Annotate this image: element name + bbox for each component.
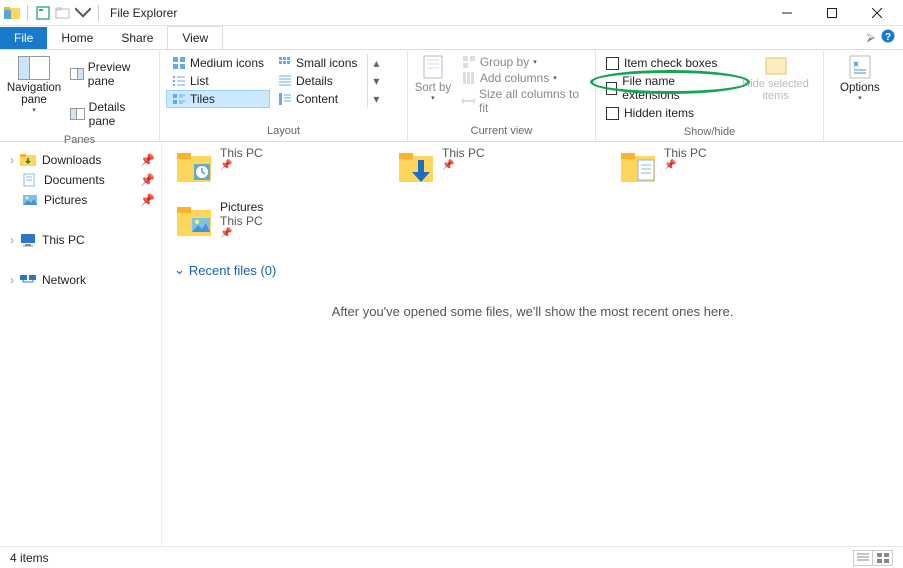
- add-columns-button[interactable]: Add columns ▾: [458, 70, 589, 86]
- preview-pane-button[interactable]: Preview pane: [66, 58, 153, 90]
- sidebar-item-downloads[interactable]: › Downloads 📌: [0, 150, 161, 170]
- status-bar: 4 items: [0, 546, 903, 568]
- tab-view[interactable]: View: [167, 26, 223, 49]
- window-title: File Explorer: [110, 6, 177, 20]
- current-view-group-label: Current view: [414, 123, 589, 139]
- view-details-toggle[interactable]: [853, 550, 873, 566]
- file-explorer-icon: [4, 5, 20, 21]
- ribbon-tabs: File Home Share View ⮚ ?: [0, 26, 903, 50]
- chevron-right-icon: ›: [10, 153, 14, 167]
- content-area: This PC📌 This PC📌 This PC📌 PicturesThis …: [162, 142, 903, 546]
- chevron-right-icon: ›: [10, 273, 14, 287]
- pin-icon: 📌: [140, 173, 155, 187]
- ribbon: Navigation pane ▾ Preview pane Details p…: [0, 50, 903, 142]
- layout-medium-icons[interactable]: Medium icons: [166, 54, 270, 72]
- options-button[interactable]: Options ▾: [830, 54, 890, 102]
- panes-group-label: Panes: [6, 132, 153, 148]
- qat-properties-icon[interactable]: [35, 5, 51, 21]
- pin-icon: 📌: [664, 160, 707, 171]
- pin-icon: 📌: [220, 160, 263, 171]
- layout-scroll-down[interactable]: ▾: [370, 72, 382, 90]
- item-check-boxes-checkbox[interactable]: Item check boxes: [602, 54, 722, 72]
- layout-tiles[interactable]: Tiles: [166, 90, 270, 108]
- sidebar-item-network[interactable]: › Network: [0, 270, 161, 290]
- close-button[interactable]: [854, 0, 899, 26]
- sidebar-item-pictures[interactable]: Pictures 📌: [0, 190, 161, 210]
- file-name-extensions-checkbox[interactable]: File name extensions: [602, 72, 722, 104]
- navigation-sidebar: › Downloads 📌 Documents 📌 Pictures 📌 › T…: [0, 142, 162, 546]
- tab-share[interactable]: Share: [107, 27, 167, 49]
- tile-item[interactable]: This PC📌: [614, 142, 824, 190]
- tile-item[interactable]: PicturesThis PC📌: [170, 196, 380, 244]
- layout-list[interactable]: List: [166, 72, 270, 90]
- pin-icon: 📌: [140, 153, 155, 167]
- sidebar-item-this-pc[interactable]: › This PC: [0, 230, 161, 250]
- tab-file[interactable]: File: [0, 27, 47, 49]
- size-columns-button[interactable]: Size all columns to fit: [458, 86, 589, 116]
- svg-text:?: ?: [885, 32, 891, 43]
- hidden-items-checkbox[interactable]: Hidden items: [602, 104, 722, 122]
- pin-icon: 📌: [140, 193, 155, 207]
- minimize-button[interactable]: [764, 0, 809, 26]
- minimize-ribbon-icon[interactable]: ⮚: [866, 30, 875, 45]
- folder-downloads-icon: [396, 146, 436, 186]
- sidebar-item-documents[interactable]: Documents 📌: [0, 170, 161, 190]
- view-thumbnails-toggle[interactable]: [873, 550, 893, 566]
- status-item-count: 4 items: [10, 551, 49, 565]
- navigation-pane-button[interactable]: Navigation pane ▾: [6, 54, 62, 116]
- title-bar: File Explorer: [0, 0, 903, 26]
- tab-home[interactable]: Home: [47, 27, 107, 49]
- chevron-right-icon: ›: [10, 233, 14, 247]
- recent-files-header[interactable]: ⌄ Recent files (0): [174, 262, 895, 278]
- group-by-button[interactable]: Group by ▾: [458, 54, 589, 70]
- pin-icon: 📌: [220, 228, 263, 239]
- maximize-button[interactable]: [809, 0, 854, 26]
- show-hide-group-label: Show/hide: [602, 124, 817, 140]
- help-icon[interactable]: ?: [881, 29, 895, 46]
- layout-small-icons[interactable]: Small icons: [272, 54, 363, 72]
- layout-scroll-up[interactable]: ▴: [370, 54, 382, 72]
- sort-by-button[interactable]: Sort by ▾: [414, 54, 452, 102]
- tile-item[interactable]: This PC📌: [392, 142, 602, 190]
- main-area: › Downloads 📌 Documents 📌 Pictures 📌 › T…: [0, 142, 903, 546]
- layout-details[interactable]: Details: [272, 72, 363, 90]
- pin-icon: 📌: [442, 160, 485, 171]
- tile-item[interactable]: This PC📌: [170, 142, 380, 190]
- folder-pictures-icon: [174, 200, 214, 240]
- folder-documents-icon: [618, 146, 658, 186]
- hide-selected-button[interactable]: Hide selected items: [734, 54, 817, 102]
- layout-content[interactable]: Content: [272, 90, 363, 108]
- chevron-down-icon: ⌄: [174, 262, 185, 278]
- details-pane-button[interactable]: Details pane: [66, 98, 153, 130]
- layout-scroll-more[interactable]: ▾: [370, 90, 382, 108]
- layout-group-label: Layout: [166, 123, 401, 139]
- qat-new-folder-icon[interactable]: [55, 5, 71, 21]
- folder-recent-icon: [174, 146, 214, 186]
- qat-customize-icon[interactable]: [75, 5, 91, 21]
- recent-empty-message: After you've opened some files, we'll sh…: [170, 304, 895, 319]
